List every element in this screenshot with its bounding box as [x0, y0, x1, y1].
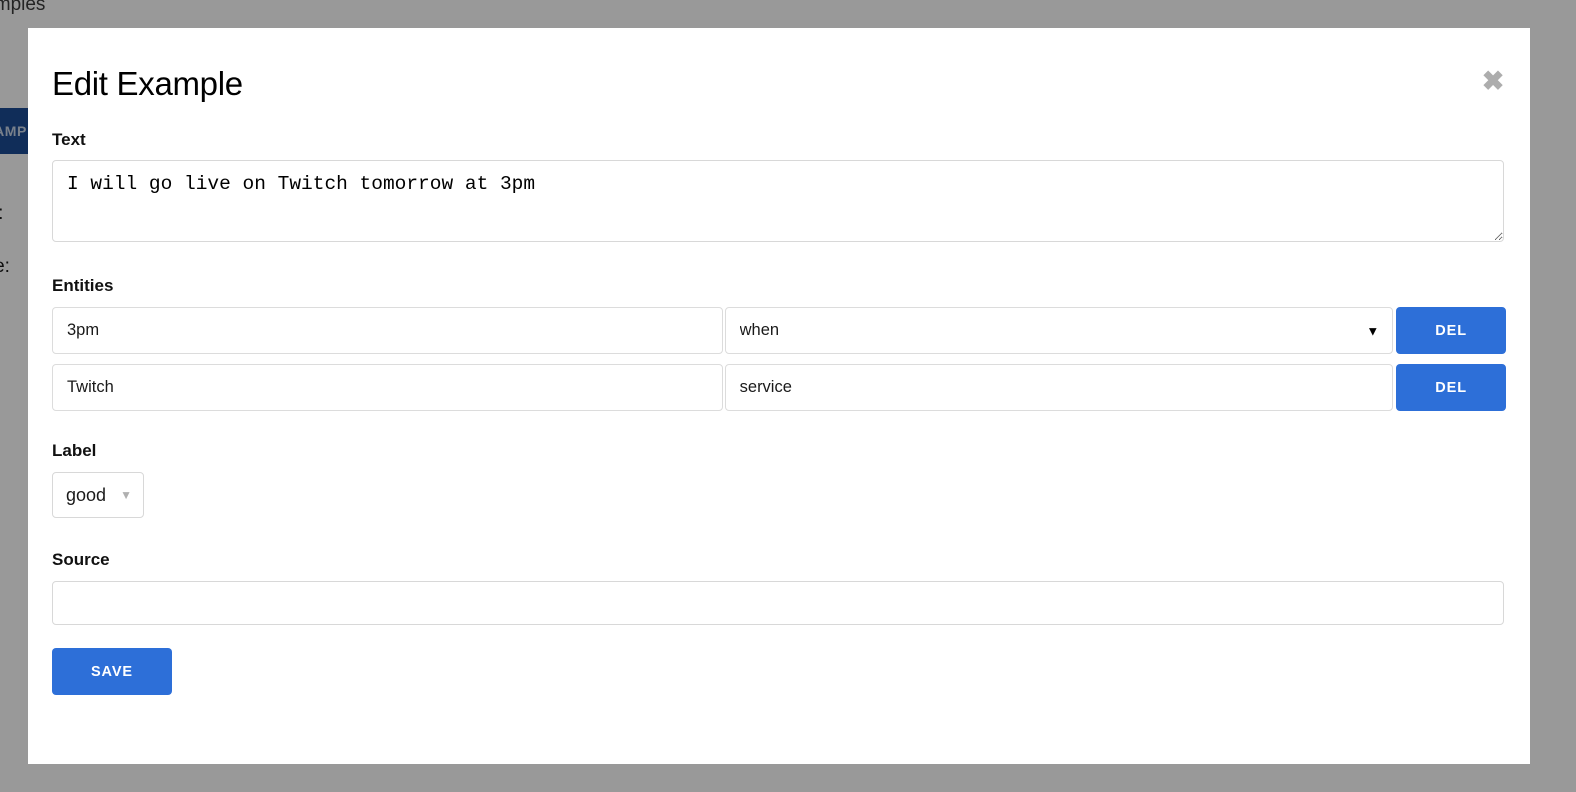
edit-example-dialog: Edit Example ✖ Text Entities ▼ DEL DEL L… — [28, 28, 1530, 764]
text-section-label: Text — [52, 130, 86, 150]
label-select[interactable]: good — [52, 472, 144, 519]
entity-row: ▼ DEL — [52, 307, 1507, 355]
close-icon[interactable]: ✖ — [1478, 66, 1508, 96]
dialog-title: Edit Example — [52, 65, 243, 102]
save-button[interactable]: SAVE — [52, 648, 172, 696]
entity-type-field: ▼ — [724, 307, 1394, 355]
delete-entity-button[interactable]: DEL — [1396, 364, 1507, 412]
entity-type-field — [724, 364, 1394, 412]
source-section-label: Source — [52, 550, 110, 570]
delete-entity-button[interactable]: DEL — [1396, 307, 1507, 355]
text-input[interactable] — [52, 160, 1504, 243]
entity-value-input[interactable] — [52, 364, 723, 412]
label-select-field: good ▼ — [52, 472, 144, 519]
entities-section-label: Entities — [52, 276, 114, 296]
entity-type-input[interactable] — [724, 364, 1394, 412]
entity-type-input[interactable] — [724, 307, 1394, 355]
source-input[interactable] — [52, 581, 1504, 626]
entity-value-input[interactable] — [52, 307, 723, 355]
entity-row: DEL — [52, 364, 1507, 412]
label-section-label: Label — [52, 441, 97, 461]
